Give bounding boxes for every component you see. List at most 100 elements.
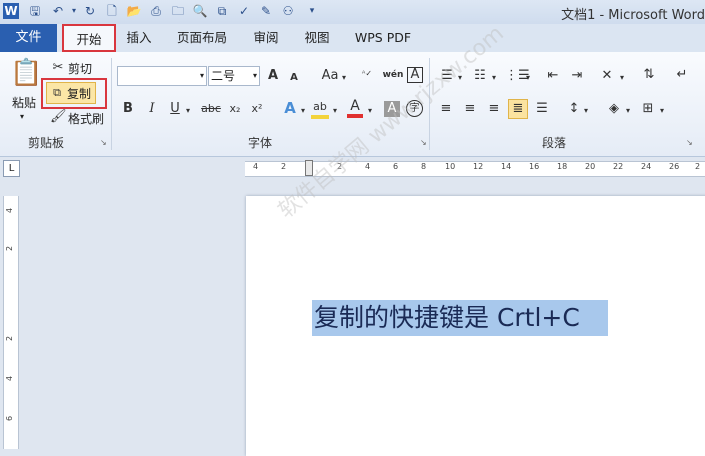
strikethrough-button[interactable]: abc (200, 101, 222, 117)
new-document-icon[interactable]: 🗋 (104, 3, 120, 19)
superscript-button[interactable]: x² (249, 101, 265, 117)
borders-icon[interactable]: ⊞ (640, 101, 656, 117)
customize-icon[interactable]: ▾ (304, 3, 320, 19)
chevron-down-icon[interactable]: ▾ (582, 103, 590, 119)
change-case-icon[interactable]: Aa (319, 68, 341, 84)
subscript-button[interactable]: x₂ (227, 101, 243, 117)
chevron-down-icon[interactable]: ▾ (299, 103, 307, 119)
ruler-mark: 22 (613, 162, 624, 171)
highlight-icon[interactable]: ab (311, 99, 329, 119)
tab-review[interactable]: 审阅 (252, 27, 280, 49)
font-color-icon[interactable]: A (347, 98, 363, 118)
word-logo-icon[interactable]: W (3, 3, 19, 19)
copy-button[interactable]: ⧉ 复制 (46, 82, 96, 104)
save-icon[interactable]: 🖫 (27, 3, 43, 19)
tab-page-layout[interactable]: 页面布局 (176, 27, 228, 49)
font-name-combo[interactable]: ▾ (117, 66, 207, 86)
clipboard-launcher-icon[interactable]: ↘ (100, 138, 109, 147)
chevron-down-icon[interactable]: ▾ (340, 70, 348, 86)
chevron-down-icon[interactable]: ▾ (658, 103, 666, 119)
paste-button[interactable]: 粘贴 (12, 94, 36, 111)
redo-icon[interactable]: ↻ (82, 3, 98, 19)
tab-view[interactable]: 视图 (303, 27, 331, 49)
print-icon[interactable]: ⎙ (148, 3, 164, 19)
justify-icon[interactable]: ≣ (508, 99, 528, 119)
font-size-combo[interactable]: 二号 ▾ (208, 66, 260, 86)
grow-font-icon[interactable]: A (266, 68, 280, 84)
ruler-mark: 6 (393, 162, 399, 171)
align-right-icon[interactable]: ≡ (486, 101, 502, 117)
chevron-down-icon[interactable]: ▾ (624, 103, 632, 119)
shrink-font-icon[interactable]: A (288, 70, 300, 86)
tab-selector-icon[interactable]: L (3, 160, 20, 177)
decrease-indent-icon[interactable]: ⇤ (544, 68, 562, 84)
ruler-mark: 4 (253, 162, 259, 171)
distributed-icon[interactable]: ☰ (534, 101, 550, 117)
italic-button[interactable]: I (145, 101, 159, 117)
phonetic-guide-icon[interactable]: wén (382, 67, 404, 83)
ruler-mark: 4 (5, 375, 15, 382)
chevron-down-icon[interactable]: ▾ (490, 70, 498, 86)
chevron-down-icon[interactable]: ▾ (184, 103, 192, 119)
ruler-mark: 26 (669, 162, 680, 171)
multilevel-list-icon[interactable]: ⋮☰ (505, 68, 530, 84)
tab-file[interactable]: 文件 (0, 24, 57, 52)
copy-doc-icon[interactable]: ⧉ (214, 3, 230, 19)
copy-label: 复制 (67, 87, 92, 101)
align-left-icon[interactable]: ≡ (438, 101, 454, 117)
tab-wps-pdf[interactable]: WPS PDF (354, 27, 412, 49)
chevron-down-icon[interactable]: ▾ (618, 70, 626, 86)
scissors-icon[interactable]: ✂ (50, 60, 66, 76)
paste-icon[interactable]: 📋 (10, 58, 42, 88)
bold-button[interactable]: B (121, 101, 135, 117)
ruler-mark: 8 (421, 162, 427, 171)
ruler-mark: 20 (585, 162, 596, 171)
ribbon-tabs: 文件 开始 插入 页面布局 审阅 视图 WPS PDF (0, 24, 705, 53)
paragraph-group-label: 段落 (542, 136, 567, 150)
ruler-mark: 16 (529, 162, 540, 171)
increase-indent-icon[interactable]: ⇥ (568, 68, 586, 84)
ruler-mark: 4 (365, 162, 371, 171)
title-bar: W 🖫 ↶ ▾ ↻ 🗋 📂 ⎙ 🗀 🔍 ⧉ ✓ ✎ ⚇ ▾ 文档1 - Micr… (0, 0, 705, 24)
folder-icon[interactable]: 🗀 (170, 3, 186, 19)
format-painter-button[interactable]: 格式刷 (68, 110, 104, 127)
clear-format-icon[interactable]: ᴬ✓ (358, 66, 376, 82)
paste-dropdown-icon[interactable]: ▾ (20, 112, 24, 121)
group-separator (111, 58, 112, 150)
open-folder-icon[interactable]: 📂 (126, 3, 142, 19)
copy-icon: ⧉ (53, 86, 61, 99)
underline-button[interactable]: U (168, 101, 182, 117)
chevron-down-icon[interactable]: ▾ (331, 103, 339, 119)
chevron-down-icon[interactable]: ▾ (524, 70, 532, 86)
selected-text[interactable]: 复制的快捷键是 Crtl+C (312, 300, 608, 336)
tree-icon[interactable]: ⚇ (280, 3, 296, 19)
cut-button[interactable]: 剪切 (68, 60, 92, 77)
paragraph-launcher-icon[interactable]: ↘ (686, 138, 695, 147)
tab-insert[interactable]: 插入 (124, 27, 154, 49)
shading-icon[interactable]: ◈ (606, 101, 622, 117)
ruler-mark: 2 (5, 245, 15, 252)
spell-check-icon[interactable]: ✓ (236, 3, 252, 19)
edit-icon[interactable]: ✎ (258, 3, 274, 19)
ruler-mark: 6 (5, 415, 15, 422)
ruler-mark: 4 (5, 207, 15, 214)
show-marks-icon[interactable]: ↵ (674, 67, 690, 83)
ruler-mark: 2 (5, 335, 15, 342)
align-center-icon[interactable]: ≡ (462, 101, 478, 117)
sort-icon[interactable]: ⇅ (640, 67, 658, 83)
font-group-label: 字体 (248, 136, 273, 150)
text-effects-icon[interactable]: A (281, 100, 299, 116)
undo-icon[interactable]: ↶ (50, 3, 66, 19)
tab-home[interactable]: 开始 (62, 24, 116, 52)
format-painter-icon[interactable]: 🖌 (50, 109, 67, 125)
vertical-ruler[interactable]: 4 2 2 4 6 (3, 196, 19, 449)
undo-dropdown-icon[interactable]: ▾ (66, 3, 82, 19)
chinese-layout-icon[interactable]: ✕ (598, 68, 616, 84)
font-launcher-icon[interactable]: ↘ (420, 138, 429, 147)
ruler-mark: 2 (281, 162, 287, 171)
print-preview-icon[interactable]: 🔍 (192, 3, 208, 19)
window-title: 文档1 - Microsoft Word (561, 8, 705, 23)
line-spacing-icon[interactable]: ↕ (566, 101, 582, 117)
document-page[interactable]: 复制的快捷键是 Crtl+C (246, 196, 705, 456)
ruler-mark: 14 (501, 162, 512, 171)
